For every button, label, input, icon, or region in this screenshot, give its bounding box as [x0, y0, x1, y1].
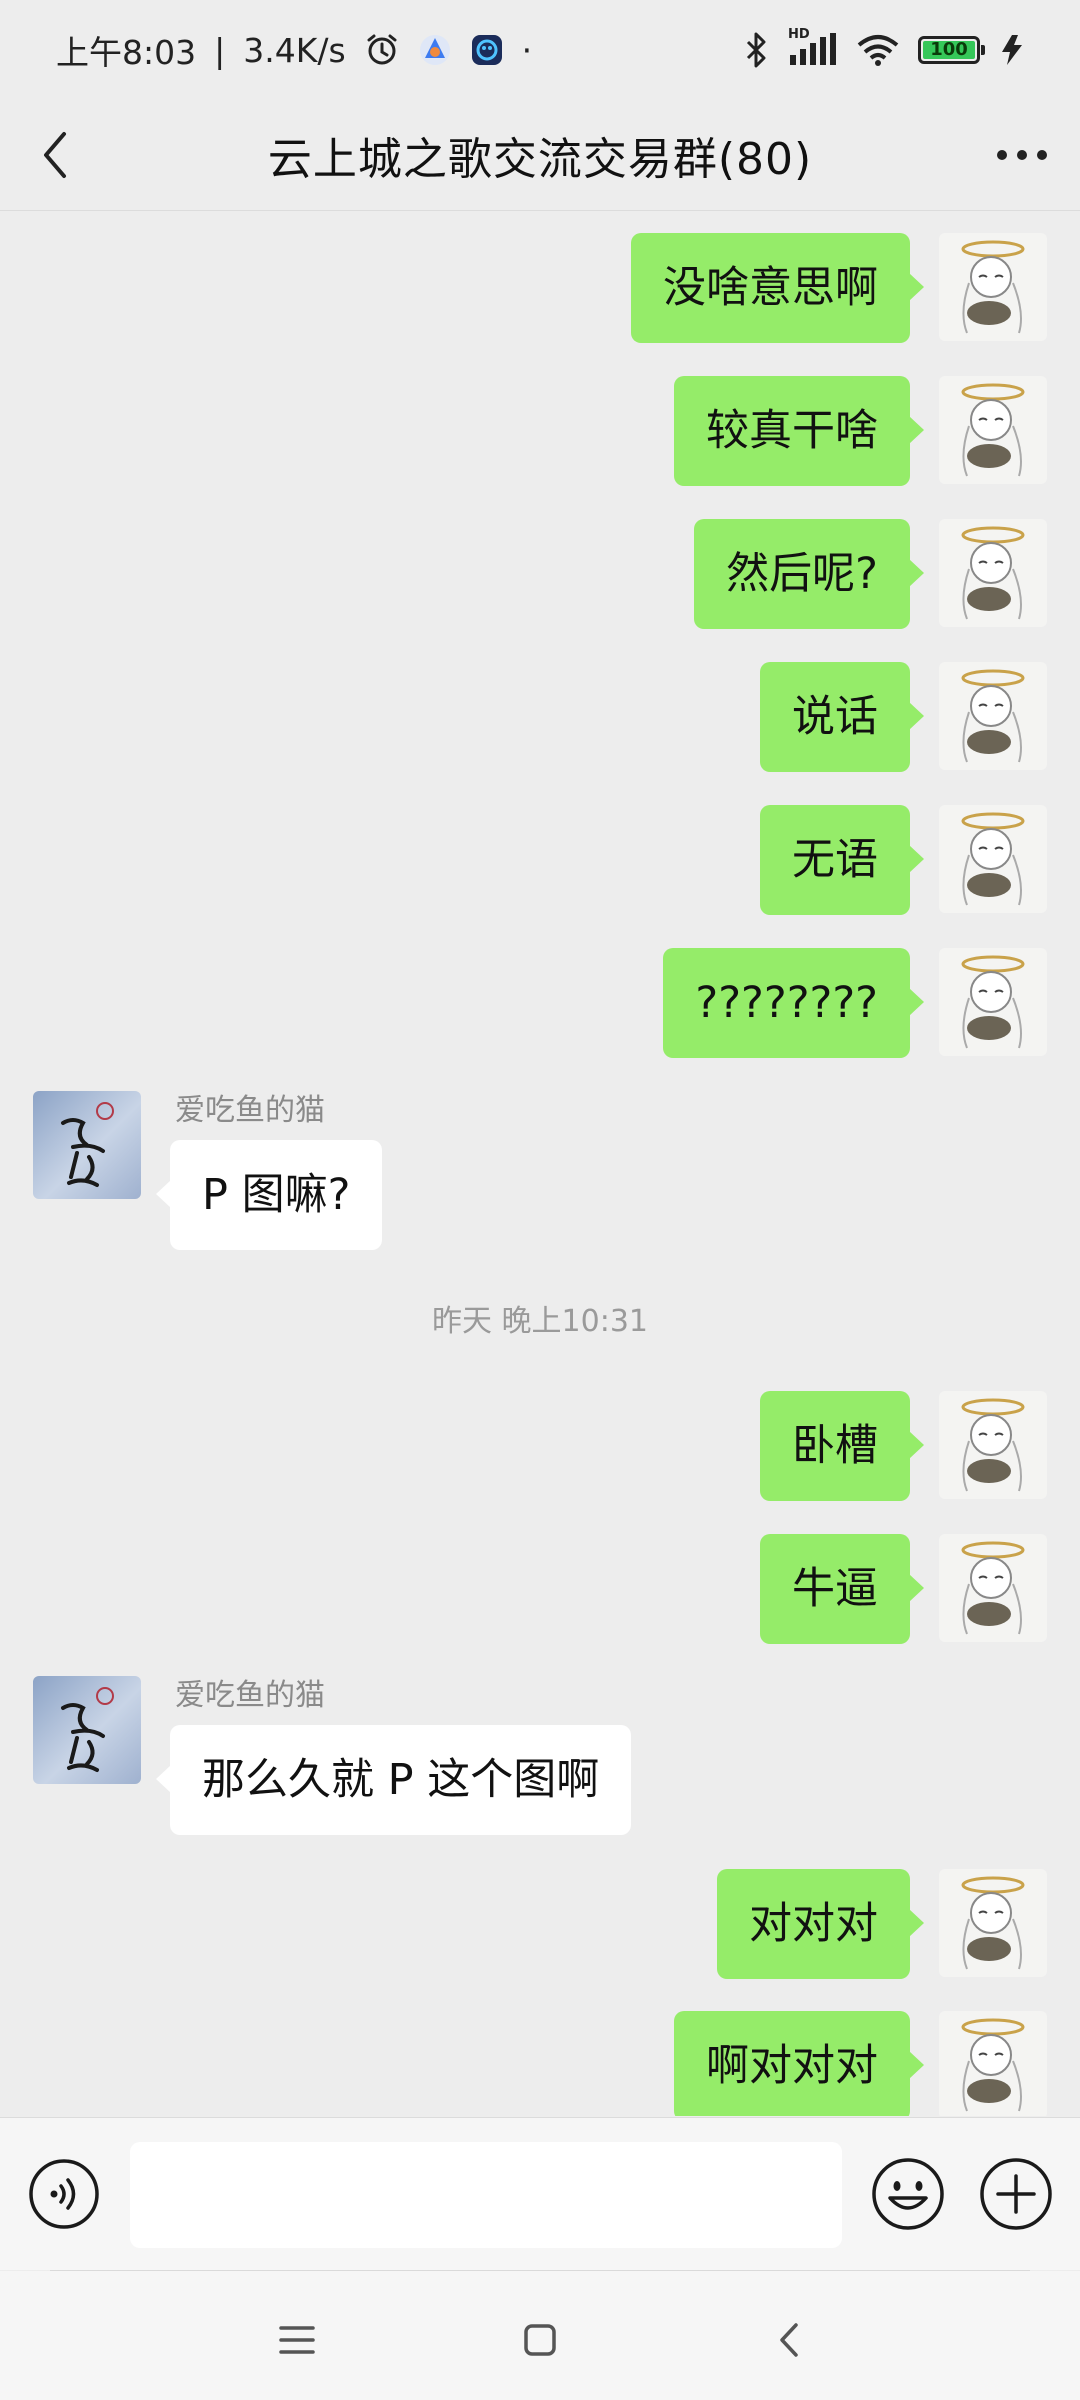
- angel-avatar-icon: [961, 955, 1025, 1049]
- avatar[interactable]: [939, 805, 1047, 913]
- message-bubble[interactable]: 牛逼: [760, 1534, 924, 1644]
- system-back-button[interactable]: [764, 2315, 814, 2365]
- avatar[interactable]: [939, 233, 1047, 341]
- wifi-icon: [856, 33, 900, 67]
- emoji-icon: [872, 2158, 944, 2230]
- home-icon: [524, 2324, 556, 2356]
- page-title: 云上城之歌交流交易群(80): [267, 134, 813, 185]
- alarm-icon: [364, 32, 400, 68]
- calligraphy-avatar-icon: [61, 1687, 114, 1772]
- status-separator: |: [214, 30, 226, 70]
- message-bubble[interactable]: 啊对对对: [674, 2011, 924, 2116]
- message-bubble[interactable]: 无语: [760, 805, 924, 915]
- system-navigation-bar: [0, 2271, 1080, 2400]
- battery-icon: 100: [918, 36, 985, 64]
- avatar[interactable]: [939, 376, 1047, 484]
- network-speed: 3.4K/s: [243, 30, 346, 70]
- angel-avatar-icon: [961, 1876, 1025, 1970]
- message-bubble[interactable]: 卧槽: [760, 1391, 924, 1501]
- angel-avatar-icon: [961, 383, 1025, 477]
- back-icon: [780, 2323, 798, 2357]
- home-button[interactable]: [515, 2315, 565, 2365]
- avatar[interactable]: [939, 1391, 1047, 1499]
- timestamp: 昨天 晚上10:31: [432, 1304, 648, 1339]
- emoji-button[interactable]: [870, 2156, 946, 2232]
- avatar[interactable]: [939, 948, 1047, 1056]
- angel-avatar-icon: [961, 1398, 1025, 1492]
- message-bubble[interactable]: 说话: [760, 662, 924, 772]
- app-icon: [470, 33, 504, 67]
- message-input[interactable]: [130, 2142, 842, 2248]
- avatar[interactable]: [939, 2011, 1047, 2116]
- message-bubble[interactable]: 那么久就 P 这个图啊: [155, 1725, 632, 1835]
- recent-apps-button[interactable]: [272, 2315, 322, 2365]
- battery-level: 100: [923, 41, 975, 59]
- angel-avatar-icon: [961, 2018, 1025, 2112]
- avatar[interactable]: [939, 1869, 1047, 1977]
- message-bubble[interactable]: 然后呢?: [694, 519, 924, 629]
- more-button[interactable]: [992, 130, 1052, 180]
- avatar[interactable]: [939, 662, 1047, 770]
- sender-name: 爱吃鱼的猫: [175, 1678, 325, 1713]
- angel-avatar-icon: [961, 526, 1025, 620]
- hd-label: HD: [788, 27, 810, 42]
- chat-header: 云上城之歌交流交易群(80): [0, 100, 1080, 211]
- avatar[interactable]: [33, 1091, 141, 1199]
- status-time: 上午8:03: [56, 33, 197, 72]
- plus-icon: [980, 2158, 1052, 2230]
- angel-avatar-icon: [961, 1541, 1025, 1635]
- status-bar: 上午8:03 | 3.4K/s · HD 100: [0, 0, 1080, 100]
- charging-icon: [998, 33, 1028, 67]
- bluetooth-icon: [744, 31, 770, 69]
- calligraphy-avatar-icon: [61, 1102, 114, 1187]
- status-dot: ·: [521, 30, 533, 70]
- message-bubble[interactable]: 对对对: [717, 1869, 924, 1979]
- message-bubble[interactable]: 较真干啥: [674, 376, 924, 486]
- avatar[interactable]: [939, 519, 1047, 627]
- app-icon: [418, 33, 452, 67]
- message-bubble[interactable]: P 图嘛?: [155, 1140, 383, 1250]
- input-bar: [0, 2117, 1080, 2270]
- more-dots-icon: [997, 150, 1047, 160]
- angel-avatar-icon: [961, 240, 1025, 334]
- angel-avatar-icon: [961, 669, 1025, 763]
- sender-name: 爱吃鱼的猫: [175, 1093, 325, 1128]
- plus-button[interactable]: [978, 2156, 1054, 2232]
- signal-icon: HD: [788, 27, 838, 67]
- chevron-left-icon: [44, 132, 66, 178]
- angel-avatar-icon: [961, 812, 1025, 906]
- message-bubble[interactable]: ????????: [663, 948, 924, 1058]
- message-bubble[interactable]: 没啥意思啊: [631, 233, 924, 343]
- avatar[interactable]: [939, 1534, 1047, 1642]
- voice-button[interactable]: [28, 2158, 100, 2230]
- back-button[interactable]: [30, 130, 80, 180]
- voice-icon: [29, 2159, 99, 2229]
- chat-message-list[interactable]: 没啥意思啊 较真干啥 然后呢? 说话 无语 ???????? 爱吃鱼的猫 P 图…: [0, 211, 1080, 2116]
- avatar[interactable]: [33, 1676, 141, 1784]
- menu-icon: [279, 2326, 315, 2354]
